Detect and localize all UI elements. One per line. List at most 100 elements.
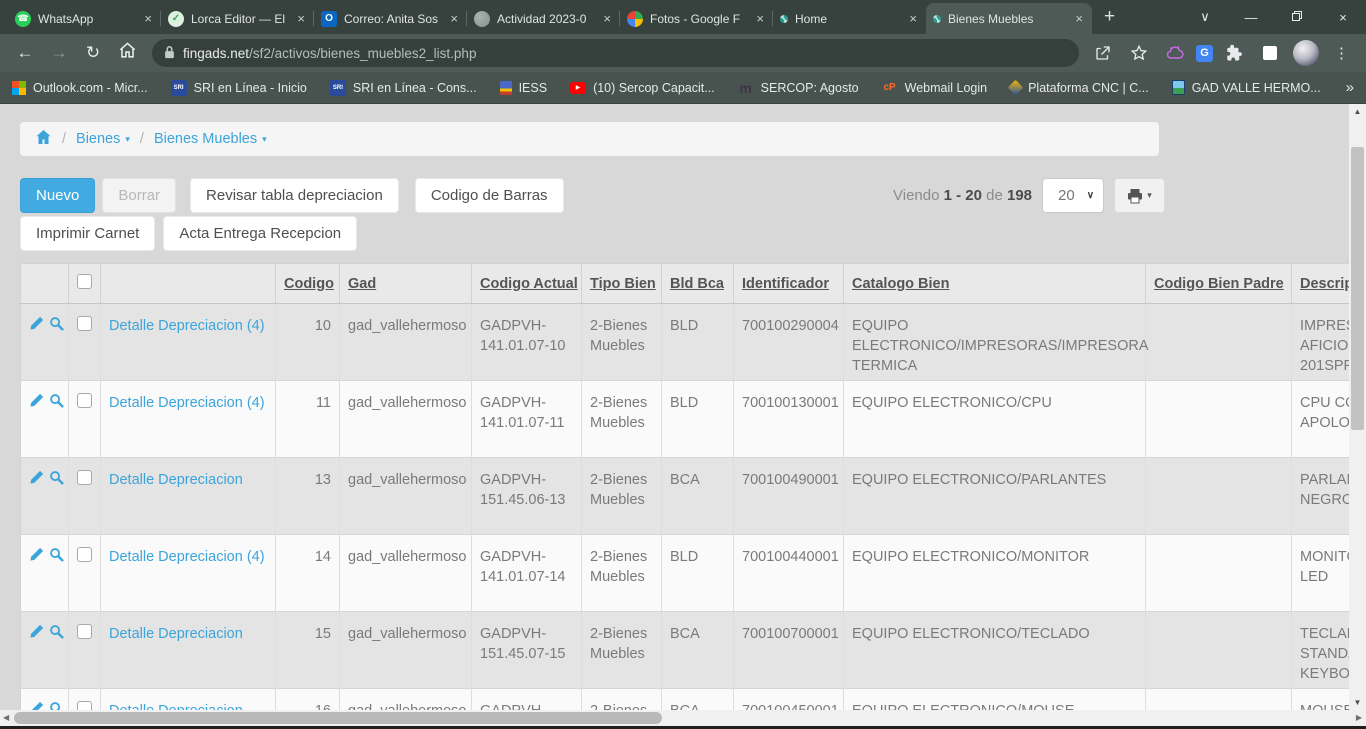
revisar-tabla-button[interactable]: Revisar tabla depreciacion xyxy=(190,178,399,213)
scroll-down-icon[interactable]: ▼ xyxy=(1349,698,1366,707)
tab-home[interactable]: Home × xyxy=(773,3,926,34)
tab-correo[interactable]: O Correo: Anita Sos × xyxy=(314,3,467,34)
view-magnifier-icon[interactable] xyxy=(49,547,64,568)
tab-close-icon[interactable]: × xyxy=(295,11,307,26)
nuevo-button[interactable]: Nuevo xyxy=(20,178,95,213)
reload-icon[interactable]: ↻ xyxy=(77,43,109,63)
tab-lorca-editor[interactable]: ✓ Lorca Editor — El × xyxy=(161,3,314,34)
sort-codigo[interactable]: Codigo xyxy=(284,276,334,292)
breadcrumb-home-icon[interactable] xyxy=(35,129,52,149)
detalle-depreciacion-link[interactable]: Detalle Depreciacion xyxy=(109,626,243,642)
codigo-barras-button[interactable]: Codigo de Barras xyxy=(415,178,564,213)
edit-pencil-icon[interactable] xyxy=(29,547,44,568)
back-icon[interactable]: ← xyxy=(9,43,41,63)
address-bar[interactable]: fingads.net/sf2/activos/bienes_muebles2_… xyxy=(152,39,1079,67)
new-tab-button[interactable]: + xyxy=(1092,6,1127,34)
horizontal-scrollbar[interactable]: ◀ ▶ xyxy=(0,710,1366,726)
table-row: Detalle Depreciacion (4) 11 gad_valleher… xyxy=(21,381,1366,458)
bookmark-webmail[interactable]: cPWebmail Login xyxy=(882,80,987,96)
tab-whatsapp[interactable]: ☎ WhatsApp × xyxy=(8,3,161,34)
row-checkbox[interactable] xyxy=(77,316,92,331)
bookmark-iess[interactable]: IESS xyxy=(500,81,548,95)
scroll-left-icon[interactable]: ◀ xyxy=(3,713,9,722)
restore-button[interactable] xyxy=(1274,10,1320,25)
bookmark-sercop[interactable]: mSERCOP: Agosto xyxy=(738,80,859,96)
bookmark-star-icon[interactable] xyxy=(1124,44,1154,62)
share-icon[interactable] xyxy=(1088,44,1118,62)
detalle-depreciacion-link[interactable]: Detalle Depreciacion (4) xyxy=(109,549,265,565)
sort-codigo-bien-padre[interactable]: Codigo Bien Padre xyxy=(1154,276,1284,292)
breadcrumb-bienes[interactable]: Bienes▾ xyxy=(76,131,130,147)
edit-pencil-icon[interactable] xyxy=(29,393,44,414)
cloud-extension-icon[interactable] xyxy=(1160,43,1190,63)
detalle-depreciacion-link[interactable]: Detalle Depreciacion xyxy=(109,472,243,488)
view-magnifier-icon[interactable] xyxy=(49,624,64,645)
tab-close-icon[interactable]: × xyxy=(142,11,154,26)
tab-fotos[interactable]: Fotos - Google F × xyxy=(620,3,773,34)
tab-close-icon[interactable]: × xyxy=(907,11,919,26)
row-checkbox[interactable] xyxy=(77,547,92,562)
cell-catalogo: EQUIPO ELECTRONICO/TECLADO xyxy=(844,612,1146,689)
extensions-puzzle-icon[interactable] xyxy=(1219,44,1249,62)
horizontal-scrollbar-thumb[interactable] xyxy=(14,712,662,724)
edit-pencil-icon[interactable] xyxy=(29,701,44,710)
page-size-select[interactable]: 20 ∨ xyxy=(1042,178,1104,213)
forward-icon[interactable]: → xyxy=(43,43,75,63)
sort-bld-bca[interactable]: Bld Bca xyxy=(670,276,724,292)
acta-entrega-button[interactable]: Acta Entrega Recepcion xyxy=(163,216,357,251)
breadcrumb-bienes-muebles[interactable]: Bienes Muebles▾ xyxy=(154,131,267,147)
bookmark-sri-consultas[interactable]: SRISRI en Línea - Cons... xyxy=(330,80,477,96)
vertical-scrollbar-thumb[interactable] xyxy=(1351,147,1364,430)
sort-gad[interactable]: Gad xyxy=(348,276,376,292)
tab-close-icon[interactable]: × xyxy=(754,11,766,26)
borrar-button[interactable]: Borrar xyxy=(102,178,176,213)
imprimir-carnet-button[interactable]: Imprimir Carnet xyxy=(20,216,155,251)
bookmark-outlook[interactable]: Outlook.com - Micr... xyxy=(12,81,148,95)
vertical-scrollbar[interactable]: ▲ ▼ xyxy=(1349,104,1366,710)
minimize-button[interactable]: — xyxy=(1228,10,1274,25)
row-checkbox[interactable] xyxy=(77,624,92,639)
row-checkbox[interactable] xyxy=(77,701,92,710)
bookmark-sri-inicio[interactable]: SRISRI en Línea - Inicio xyxy=(171,80,307,96)
tab-bienes-muebles-active[interactable]: Bienes Muebles × xyxy=(926,3,1092,34)
sort-codigo-actual[interactable]: Codigo Actual xyxy=(480,276,578,292)
tab-close-icon[interactable]: × xyxy=(601,11,613,26)
tab-close-icon[interactable]: × xyxy=(448,11,460,26)
browser-menu-icon[interactable]: ⋮ xyxy=(1327,44,1357,62)
tab-close-icon[interactable]: × xyxy=(1073,11,1085,26)
sort-tipo-bien[interactable]: Tipo Bien xyxy=(590,276,656,292)
row-checkbox[interactable] xyxy=(77,470,92,485)
view-magnifier-icon[interactable] xyxy=(49,316,64,337)
cell-tipo-bien: 2-Bienes xyxy=(582,689,662,711)
view-magnifier-icon[interactable] xyxy=(49,701,64,710)
sort-descripcion[interactable]: Descrip xyxy=(1300,276,1353,292)
sort-catalogo-bien[interactable]: Catalogo Bien xyxy=(852,276,949,292)
edit-pencil-icon[interactable] xyxy=(29,624,44,645)
translate-icon[interactable]: G xyxy=(1196,45,1213,62)
view-magnifier-icon[interactable] xyxy=(49,470,64,491)
view-magnifier-icon[interactable] xyxy=(49,393,64,414)
edit-pencil-icon[interactable] xyxy=(29,470,44,491)
tab-search-chevron-icon[interactable]: ∨ xyxy=(1182,9,1228,25)
edit-pencil-icon[interactable] xyxy=(29,316,44,337)
sort-identificador[interactable]: Identificador xyxy=(742,276,829,292)
bookmarks-overflow-icon[interactable]: » xyxy=(1346,79,1354,96)
detalle-depreciacion-link[interactable]: Detalle Depreciacion (4) xyxy=(109,395,265,411)
scroll-up-icon[interactable]: ▲ xyxy=(1349,107,1366,116)
detalle-depreciacion-link[interactable]: Detalle Depreciacion (4) xyxy=(109,318,265,334)
breadcrumb-separator: / xyxy=(62,131,66,147)
bookmark-cnc[interactable]: Plataforma CNC | C... xyxy=(1010,81,1149,95)
detalle-depreciacion-link[interactable]: Detalle Depreciacion xyxy=(109,703,243,710)
avatar[interactable] xyxy=(1291,40,1321,66)
bookmark-sercop-video[interactable]: ▶(10) Sercop Capacit... xyxy=(570,81,715,95)
home-icon[interactable] xyxy=(111,41,143,65)
select-all-checkbox[interactable] xyxy=(77,274,92,289)
tab-actividad[interactable]: Actividad 2023-0 × xyxy=(467,3,620,34)
print-dropdown-button[interactable]: ▾ xyxy=(1114,178,1165,213)
close-button[interactable]: × xyxy=(1320,10,1366,25)
sidebar-square-icon[interactable] xyxy=(1255,46,1285,60)
cell-identificador: 700100440001 xyxy=(734,535,844,612)
bookmark-gad[interactable]: GAD VALLE HERMO... xyxy=(1172,80,1321,95)
row-checkbox[interactable] xyxy=(77,393,92,408)
scroll-right-icon[interactable]: ▶ xyxy=(1356,713,1362,722)
